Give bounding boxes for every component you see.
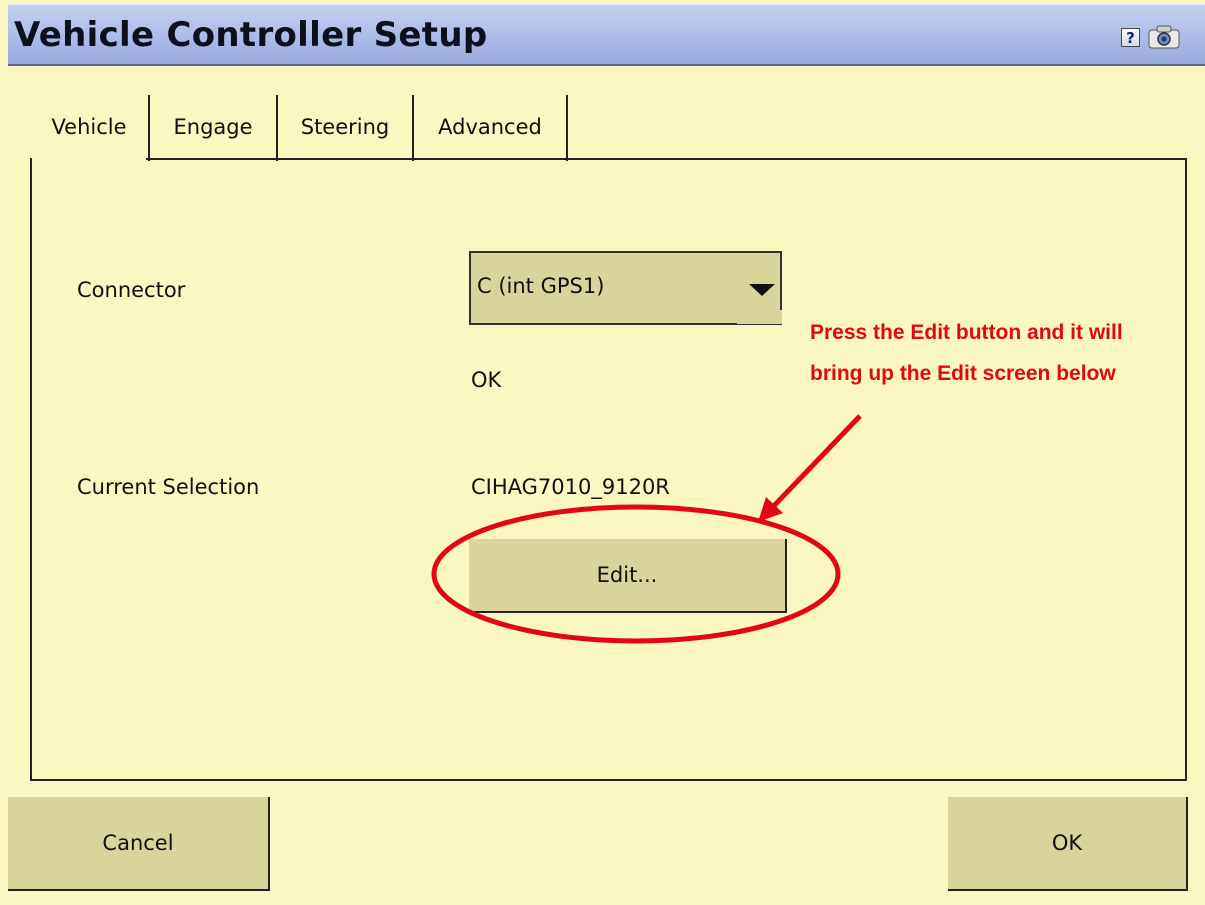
annotation-ellipse — [431, 504, 841, 644]
annotation-arrow-line — [766, 414, 862, 514]
annotation-overlay — [431, 414, 862, 644]
